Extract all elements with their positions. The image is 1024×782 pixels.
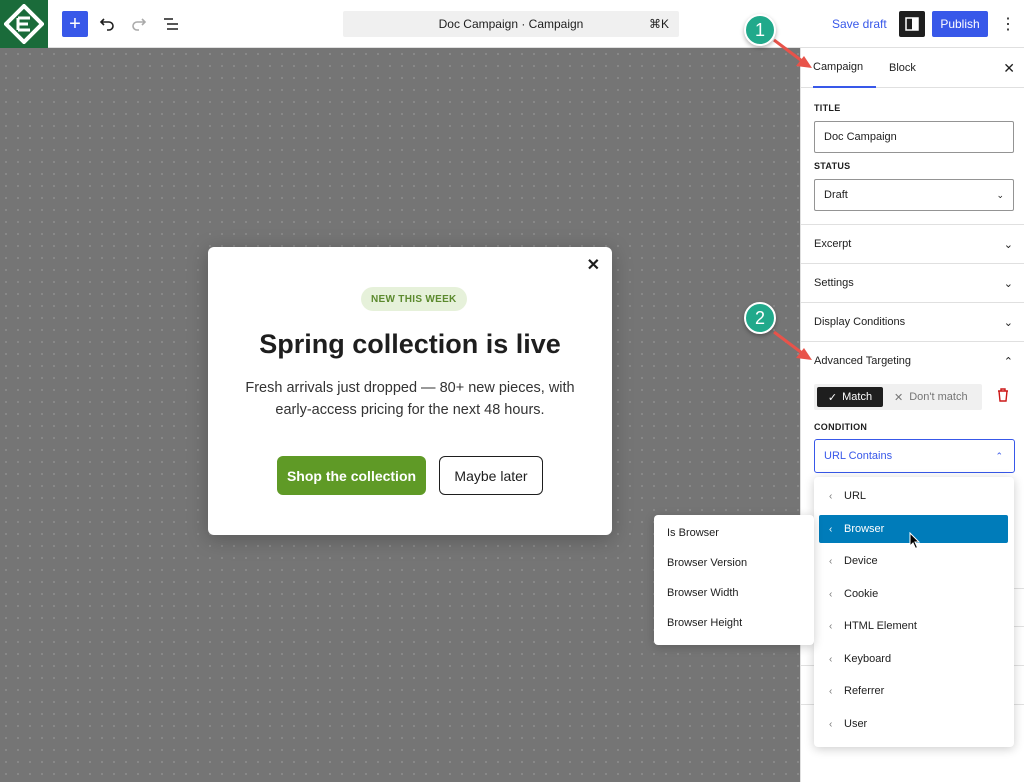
document-title: Doc Campaign · Campaign: [438, 17, 584, 31]
dropdown-item-device[interactable]: ‹ Device: [819, 547, 1008, 575]
chevron-up-icon: ⌃: [1003, 355, 1013, 368]
tab-block[interactable]: Block: [889, 48, 916, 88]
check-icon: ✓: [827, 391, 838, 404]
section-label: Settings: [814, 277, 854, 289]
trash-icon[interactable]: [997, 388, 1009, 405]
mouse-cursor-icon: [909, 532, 921, 550]
add-block-button[interactable]: +: [62, 11, 88, 37]
popup-badge: NEW THIS WEEK: [361, 287, 467, 311]
chevron-left-icon: ‹: [829, 718, 833, 730]
section-label: Advanced Targeting: [814, 355, 912, 367]
section-settings[interactable]: Settings ⌄: [801, 263, 1024, 302]
chevron-left-icon: ‹: [829, 555, 833, 567]
chevron-left-icon: ‹: [829, 653, 833, 665]
campaign-popup-preview[interactable]: ✕ NEW THIS WEEK Spring collection is liv…: [208, 247, 612, 535]
chevron-left-icon: ‹: [829, 588, 833, 600]
popup-title: Spring collection is live: [259, 329, 561, 359]
status-select[interactable]: Draft ⌄: [814, 179, 1014, 211]
dropdown-item-user[interactable]: ‹ User: [819, 710, 1008, 738]
chevron-up-icon: ⌃: [995, 450, 1003, 461]
list-view-icon: [164, 18, 178, 30]
site-logo[interactable]: [0, 0, 48, 48]
save-draft-button[interactable]: Save draft: [832, 17, 887, 31]
section-excerpt[interactable]: Excerpt ⌄: [801, 224, 1024, 263]
submenu-item-browser-height[interactable]: Browser Height: [667, 617, 742, 629]
redo-icon: [132, 18, 147, 31]
editor-canvas[interactable]: ✕ NEW THIS WEEK Spring collection is liv…: [0, 48, 800, 782]
logo-icon: [4, 4, 44, 44]
dropdown-item-label: Cookie: [844, 588, 879, 600]
sidebar-icon: [905, 17, 919, 31]
chevron-down-icon: ⌄: [1003, 316, 1013, 329]
popup-body-text: Fresh arrivals just dropped — 80+ new pi…: [245, 380, 575, 418]
shop-collection-button[interactable]: Shop the collection: [277, 456, 426, 495]
dont-match-button[interactable]: ✕ Don't match: [894, 387, 968, 407]
condition-dropdown-menu: ‹ URL ‹ Browser ‹ Device ‹ Cookie ‹ HTML Elem…: [814, 477, 1014, 747]
undo-icon: [99, 18, 114, 31]
chevron-left-icon: ‹: [829, 490, 833, 502]
redo-button[interactable]: [128, 11, 150, 37]
more-options-button[interactable]: ⋮: [998, 11, 1018, 37]
submenu-item-is-browser[interactable]: Is Browser: [667, 527, 719, 539]
dont-match-label: Don't match: [909, 391, 968, 403]
list-view-button[interactable]: [160, 11, 182, 37]
chevron-down-icon: ⌄: [1003, 277, 1013, 290]
editor-top-bar: + Doc Campaign · Campaign ⌘K Save draft …: [0, 0, 1024, 48]
dropdown-item-referrer[interactable]: ‹ Referrer: [819, 677, 1008, 705]
dropdown-item-html-element[interactable]: ‹ HTML Element: [819, 612, 1008, 640]
dropdown-item-label: URL: [844, 490, 867, 502]
close-icon[interactable]: ✕: [587, 255, 600, 275]
section-label: Display Conditions: [814, 316, 906, 328]
more-vertical-icon: ⋮: [1000, 16, 1016, 33]
dropdown-item-label: Browser: [844, 523, 885, 535]
close-sidebar-icon[interactable]: ✕: [1003, 60, 1015, 77]
dropdown-item-label: User: [844, 718, 868, 730]
condition-value: URL Contains: [824, 450, 893, 462]
submenu-item-browser-width[interactable]: Browser Width: [667, 587, 739, 599]
section-advanced-targeting[interactable]: Advanced Targeting ⌃: [801, 341, 1024, 380]
sidebar-tabs: Campaign Block ✕: [801, 48, 1024, 88]
match-toggle-group: ✓ Match ✕ Don't match: [814, 384, 982, 410]
document-title-bar[interactable]: Doc Campaign · Campaign ⌘K: [343, 11, 679, 37]
section-label: Excerpt: [814, 238, 852, 250]
settings-panel-toggle[interactable]: [899, 11, 925, 37]
chevron-left-icon: ‹: [829, 523, 833, 535]
chevron-down-icon: ⌄: [1003, 238, 1013, 251]
dropdown-item-keyboard[interactable]: ‹ Keyboard: [819, 645, 1008, 673]
dropdown-item-url[interactable]: ‹ URL: [819, 482, 1008, 510]
section-display-conditions[interactable]: Display Conditions ⌄: [801, 302, 1024, 341]
submenu-item-browser-version[interactable]: Browser Version: [667, 557, 747, 569]
x-icon: ✕: [894, 391, 904, 404]
browser-submenu: Is Browser Browser Version Browser Width…: [654, 515, 814, 645]
match-label: Match: [842, 391, 873, 403]
status-value: Draft: [824, 189, 848, 201]
dropdown-item-cookie[interactable]: ‹ Cookie: [819, 580, 1008, 608]
publish-button[interactable]: Publish: [932, 11, 988, 37]
dropdown-item-label: Keyboard: [844, 653, 892, 665]
match-button[interactable]: ✓ Match: [817, 387, 883, 407]
title-input[interactable]: Doc Campaign: [814, 121, 1014, 153]
maybe-later-button[interactable]: Maybe later: [439, 456, 543, 495]
chevron-left-icon: ‹: [829, 620, 833, 632]
condition-label: CONDITION: [814, 422, 868, 432]
annotation-step-1: 1: [744, 14, 776, 46]
title-label: TITLE: [814, 103, 841, 113]
command-shortcut: ⌘K: [648, 17, 669, 31]
plus-icon: +: [69, 12, 81, 35]
condition-select[interactable]: URL Contains ⌃: [814, 439, 1015, 473]
annotation-step-2: 2: [744, 302, 776, 334]
status-label: STATUS: [814, 161, 851, 171]
undo-button[interactable]: [96, 11, 118, 37]
dropdown-item-label: Device: [844, 555, 878, 567]
dropdown-item-label: HTML Element: [844, 620, 917, 632]
chevron-down-icon: ⌄: [996, 189, 1004, 200]
tab-campaign[interactable]: Campaign: [813, 48, 876, 88]
dropdown-item-label: Referrer: [844, 685, 885, 697]
chevron-left-icon: ‹: [829, 685, 833, 697]
